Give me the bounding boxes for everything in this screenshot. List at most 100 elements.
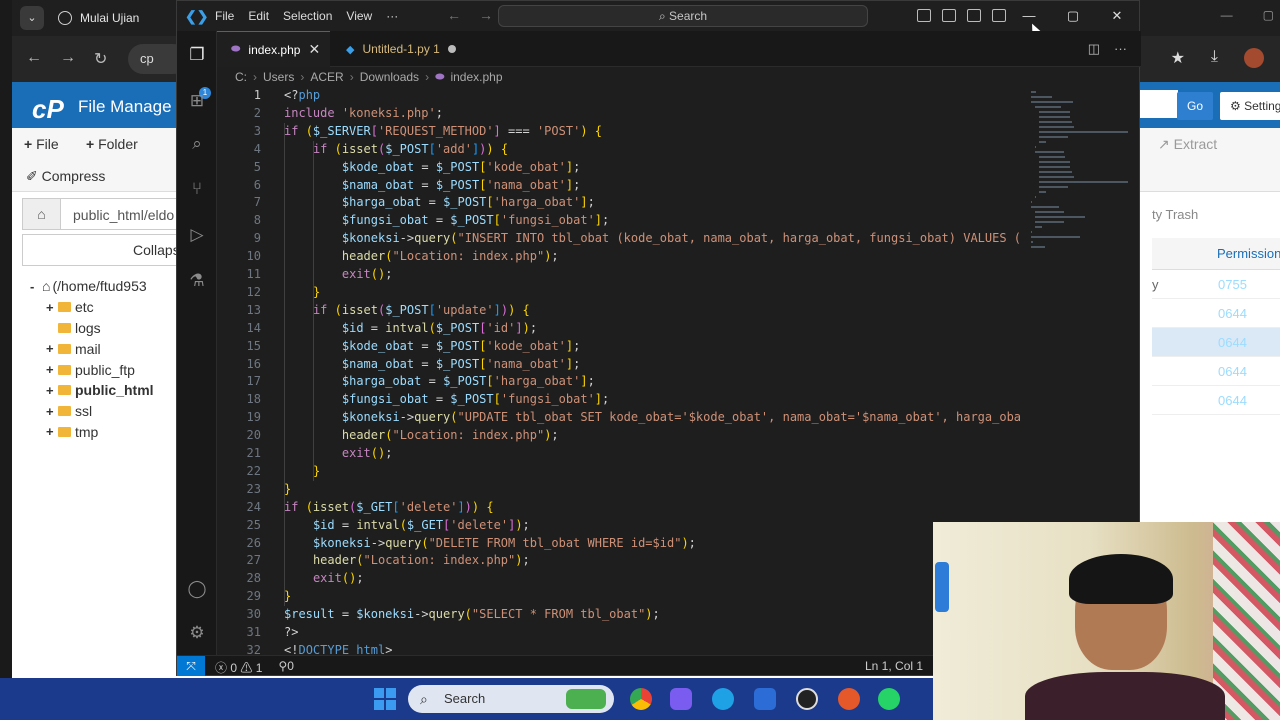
expand-icon[interactable]: + (46, 300, 58, 315)
tree-item[interactable]: logs (30, 318, 190, 339)
menu-item[interactable]: ··· (386, 9, 398, 23)
start-button-icon[interactable] (374, 688, 396, 710)
tree-item[interactable]: - ⌂ (/home/ftud953 (30, 276, 190, 297)
tab-untitled-py[interactable]: ◆ Untitled-1.py 1 (332, 31, 472, 67)
code-line[interactable]: 4 if (isset($_POST['add'])) { (217, 141, 1027, 159)
tree-item[interactable]: + public_html (30, 380, 190, 401)
remote-indicator-icon[interactable]: ⤧ (177, 656, 205, 676)
breadcrumb-item[interactable]: C: (235, 70, 247, 84)
code-line[interactable]: 6 $nama_obat = $_POST['nama_obat']; (217, 177, 1027, 195)
code-line[interactable]: 9 $koneksi->query("INSERT INTO tbl_obat … (217, 230, 1027, 248)
obs-icon[interactable] (796, 688, 818, 710)
path-field[interactable]: ⌂ public_html/eldo (22, 198, 187, 230)
manage-gear-icon[interactable]: ⚙ (187, 623, 207, 643)
code-line[interactable]: 26 $koneksi->query("DELETE FROM tbl_obat… (217, 535, 1027, 553)
toggle-panel-icon[interactable] (942, 9, 956, 22)
collapse-button[interactable]: Collaps (22, 234, 187, 266)
new-file-button[interactable]: + File (24, 136, 59, 152)
profile-avatar[interactable] (1244, 48, 1264, 68)
code-line[interactable]: 27 header("Location: index.php"); (217, 552, 1027, 570)
minimap[interactable] (1031, 87, 1131, 257)
code-line[interactable]: 14 $id = intval($_POST['id']); (217, 320, 1027, 338)
unsaved-dot-icon[interactable] (447, 45, 456, 53)
expand-icon[interactable]: + (46, 383, 58, 398)
home-icon[interactable]: ⌂ (23, 199, 61, 229)
browser-maximize-icon[interactable]: ▢ (1263, 8, 1274, 22)
back-icon[interactable]: ← (26, 49, 42, 67)
chrome-profile-icon[interactable] (838, 688, 860, 710)
bookmark-star-icon[interactable]: ★ (1171, 48, 1185, 68)
code-line[interactable]: 30 $result = $koneksi->query("SELECT * FR… (217, 606, 1027, 624)
code-line[interactable]: 31 ?> (217, 624, 1027, 642)
whatsapp-icon[interactable] (878, 688, 900, 710)
tab-close-icon[interactable]: ✕ (308, 41, 320, 58)
code-line[interactable]: 15 $kode_obat = $_POST['kode_obat']; (217, 338, 1027, 356)
browser-minimize-icon[interactable]: — (1221, 8, 1233, 22)
code-line[interactable]: 12 } (217, 284, 1027, 302)
permissions-column-header[interactable]: Permissions (1152, 238, 1280, 270)
tree-item[interactable]: + tmp (30, 422, 190, 443)
code-line[interactable]: 20 header("Location: index.php"); (217, 427, 1027, 445)
customize-layout-icon[interactable] (992, 9, 1006, 22)
code-line[interactable]: 5 $kode_obat = $_POST['kode_obat']; (217, 159, 1027, 177)
menu-item[interactable]: Edit (248, 9, 269, 23)
code-line[interactable]: 29} (217, 588, 1027, 606)
close-icon[interactable]: ✕ (1095, 1, 1139, 31)
tree-item[interactable]: + ssl (30, 401, 190, 422)
tree-item[interactable]: + public_ftp (30, 359, 190, 380)
code-line[interactable]: 22 } (217, 463, 1027, 481)
tab-index-php[interactable]: ⬬ index.php ✕ (217, 31, 330, 67)
expand-icon[interactable]: + (46, 424, 58, 439)
menu-item[interactable]: File (215, 9, 234, 23)
table-row[interactable]: 0644 (1152, 357, 1280, 386)
code-editor[interactable]: 1 <?php 2 include 'koneksi.php'; 3 if ($_SERV… (217, 87, 1027, 657)
code-line[interactable]: 24 if (isset($_GET['delete'])) { (217, 499, 1027, 517)
maximize-icon[interactable]: ▢ (1051, 1, 1095, 31)
go-forward-icon[interactable]: → (479, 7, 493, 23)
table-row[interactable]: y 0755 (1152, 270, 1280, 299)
cursor-position[interactable]: Ln 1, Col 1 (865, 659, 923, 673)
chrome-icon[interactable] (630, 688, 652, 710)
edge-icon[interactable] (712, 688, 734, 710)
source-control-icon[interactable]: ⑂ (187, 179, 207, 199)
settings-button[interactable]: ⚙ Setting (1220, 92, 1280, 120)
tree-item[interactable]: + mail (30, 338, 190, 359)
breadcrumb-item[interactable]: ACER (310, 70, 343, 84)
breadcrumb-item[interactable]: index.php (450, 70, 502, 84)
store-icon[interactable] (754, 688, 776, 710)
testing-flask-icon[interactable]: ⚗ (187, 271, 207, 291)
reload-icon[interactable]: ↻ (94, 49, 107, 69)
go-back-icon[interactable]: ← (447, 7, 461, 23)
more-actions-icon[interactable]: ··· (1114, 41, 1127, 57)
go-button[interactable]: Go (1177, 92, 1213, 120)
expand-icon[interactable]: + (46, 362, 58, 377)
extensions-remote-icon[interactable]: ⊞ (187, 91, 207, 111)
code-line[interactable]: 13 if (isset($_POST['update'])) { (217, 302, 1027, 320)
menu-item[interactable]: Selection (283, 9, 332, 23)
expand-icon[interactable]: + (46, 404, 58, 419)
forward-icon[interactable]: → (60, 49, 76, 67)
copilot-icon[interactable] (670, 688, 692, 710)
split-editor-icon[interactable]: ◫ (1088, 41, 1100, 57)
explorer-icon[interactable]: ❐ (187, 45, 207, 65)
cpanel-search-input[interactable] (1140, 90, 1178, 118)
code-line[interactable]: 11 exit(); (217, 266, 1027, 284)
tab-list-button[interactable]: ⌄ (20, 6, 44, 30)
download-icon[interactable]: ⤓ (1211, 48, 1218, 68)
code-line[interactable]: 3 if ($_SERVER['REQUEST_METHOD'] === 'POS… (217, 123, 1027, 141)
code-line[interactable]: 21 exit(); (217, 445, 1027, 463)
toggle-sidebar-icon[interactable] (917, 9, 931, 22)
code-line[interactable]: 18 $fungsi_obat = $_POST['fungsi_obat']; (217, 391, 1027, 409)
code-line[interactable]: 8 $fungsi_obat = $_POST['fungsi_obat']; (217, 212, 1027, 230)
collapse-icon[interactable]: - (30, 279, 42, 294)
table-row[interactable]: 0644 (1152, 299, 1280, 328)
code-line[interactable]: 1 <?php (217, 87, 1027, 105)
table-row[interactable]: 0644 (1152, 328, 1280, 357)
code-line[interactable]: 7 $harga_obat = $_POST['harga_obat']; (217, 194, 1027, 212)
toggle-secondary-sidebar-icon[interactable] (967, 9, 981, 22)
problems-indicator[interactable]: ⓧ 0 ⚠ 1 ⚲0 (215, 659, 294, 676)
command-center-search[interactable]: ⌕ Search (498, 5, 868, 27)
code-line[interactable]: 19 $koneksi->query("UPDATE tbl_obat SET … (217, 409, 1027, 427)
code-line[interactable]: 25 $id = intval($_GET['delete']); (217, 517, 1027, 535)
code-line[interactable]: 23} (217, 481, 1027, 499)
